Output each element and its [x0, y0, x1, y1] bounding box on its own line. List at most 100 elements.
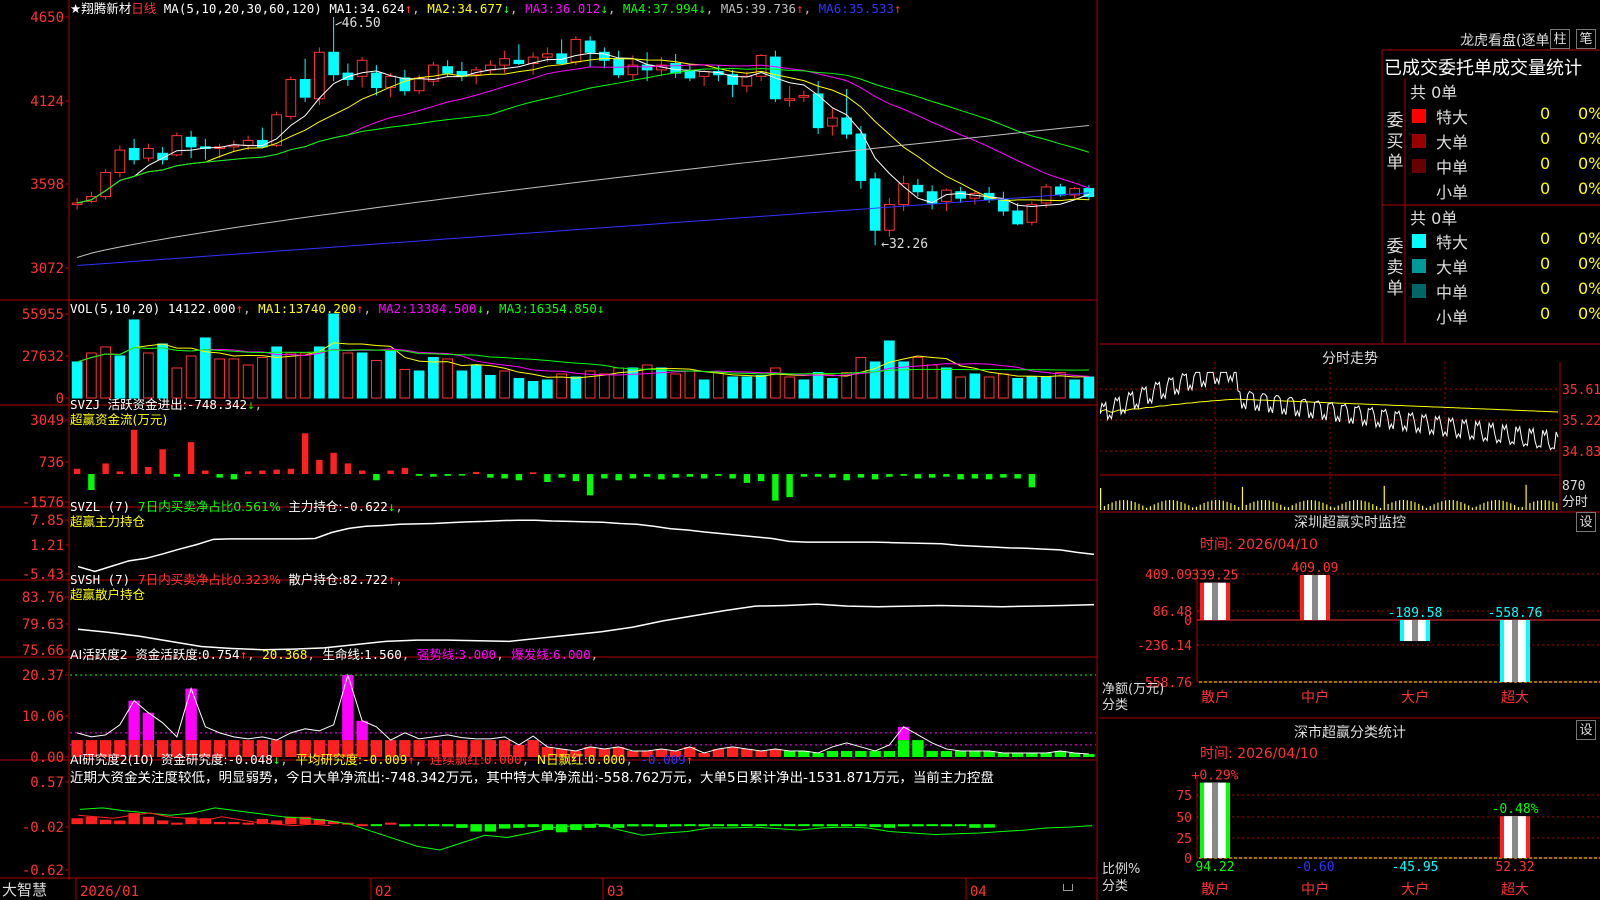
candle[interactable]: [71, 198, 83, 210]
vol-legend: VOL(5,10,20) 14122.000↑, MA1:13740.200↑,…: [70, 301, 605, 316]
activity-bar: [826, 750, 839, 757]
fund-flow-bar: [173, 474, 181, 477]
candle[interactable]: [342, 63, 354, 86]
candle[interactable]: [884, 198, 895, 237]
candle[interactable]: [228, 140, 240, 152]
intraday-vol-bar: [1410, 501, 1412, 510]
candle[interactable]: [755, 53, 767, 82]
volume-bar: [442, 358, 453, 399]
activity-bar: [855, 750, 867, 757]
candle[interactable]: [812, 81, 824, 135]
period-label[interactable]: 日线: [131, 1, 156, 16]
candle[interactable]: [613, 50, 624, 78]
candle[interactable]: [428, 61, 439, 86]
volume-bar: [1040, 376, 1052, 399]
vol-item-2: MA2:13384.500↓: [379, 301, 484, 316]
buy-row-label: 中单: [1436, 158, 1469, 177]
fund-flow-bar: [487, 474, 494, 478]
candle[interactable]: [941, 188, 952, 211]
candle[interactable]: [114, 145, 126, 178]
intraday-vol-bar: [1172, 500, 1175, 510]
candle[interactable]: [698, 69, 710, 86]
sz-monitor-settings-button[interactable]: 设: [1576, 512, 1596, 532]
intraday-vol-bar: [1226, 501, 1228, 510]
ma-item-6: MA6:35.533↑: [819, 1, 902, 16]
vol-item-label: MA3:: [499, 301, 530, 316]
research-bar: [755, 824, 767, 827]
svsh-pct: 7日内买卖净占比0.323%: [137, 572, 281, 587]
candle[interactable]: [100, 169, 111, 200]
candle[interactable]: [485, 60, 496, 75]
candle[interactable]: [798, 90, 810, 102]
candle[interactable]: [314, 47, 325, 106]
candle[interactable]: [584, 36, 596, 67]
candle[interactable]: [727, 69, 738, 98]
stock-name[interactable]: ★翔腾新材: [70, 1, 131, 16]
ai2-v5: -0.009: [640, 752, 686, 767]
activity-bar: [926, 750, 938, 757]
candle[interactable]: [998, 191, 1009, 216]
candle[interactable]: [214, 143, 225, 159]
intraday-vol-bar: [1494, 500, 1497, 510]
candle[interactable]: [456, 61, 468, 82]
candle[interactable]: [684, 63, 696, 82]
volume-bar: [584, 370, 596, 399]
research-bar: [641, 824, 653, 827]
research-bar: [555, 824, 568, 833]
intraday-vol-bar: [1103, 505, 1106, 510]
ai1-axis-label: 20.37: [22, 668, 64, 684]
research-bar: [441, 824, 454, 827]
candle[interactable]: [371, 65, 382, 96]
buy-color-swatch: [1412, 159, 1426, 173]
candle[interactable]: [784, 85, 795, 107]
volume-bar: [698, 379, 710, 399]
activity-bar: [698, 752, 710, 757]
volume-bar: [1012, 377, 1023, 399]
candle[interactable]: [1026, 201, 1038, 226]
ma-legend: ★翔腾新材日线 MA(5,10,20,30,60,120) MA1:34.624…: [70, 1, 902, 16]
candle[interactable]: [143, 143, 154, 162]
intraday-vol-bar: [1533, 501, 1535, 510]
candle[interactable]: [185, 130, 197, 159]
research-bar: [242, 822, 254, 825]
candle[interactable]: [1069, 186, 1080, 199]
candle[interactable]: [513, 44, 525, 66]
intraday-vol-bar: [1249, 503, 1251, 510]
candle[interactable]: [328, 17, 339, 82]
intraday-vol-bar: [1268, 500, 1270, 510]
ma-item-arrow: ↓: [502, 1, 510, 16]
activity-bar: [840, 750, 853, 757]
intraday-price-label: 34.83: [1562, 445, 1600, 460]
candle[interactable]: [570, 36, 582, 66]
candle[interactable]: [1083, 185, 1095, 200]
column-view-button[interactable]: 柱: [1550, 29, 1570, 49]
sell-row-count: 0: [1540, 279, 1551, 298]
ma-item-arrow: ↓: [600, 1, 608, 16]
ma-item-value: 36.012: [555, 1, 601, 16]
intraday-vol-bar: [1138, 503, 1140, 510]
intraday-price-line: [1100, 371, 1559, 451]
candle[interactable]: [200, 138, 211, 160]
candle[interactable]: [157, 146, 168, 165]
candle[interactable]: [955, 186, 966, 203]
candle[interactable]: [827, 108, 838, 136]
intraday-vol-bar: [1337, 505, 1339, 510]
candle[interactable]: [1012, 202, 1023, 226]
candle[interactable]: [128, 138, 140, 165]
volume-bar: [314, 346, 325, 399]
fund-flow-bar: [401, 467, 409, 475]
candle[interactable]: [912, 178, 924, 197]
candle[interactable]: [855, 126, 867, 189]
fund-flow-bar: [772, 474, 779, 501]
sz-class-settings-button[interactable]: 设: [1576, 720, 1596, 740]
candle[interactable]: [299, 58, 311, 102]
candle[interactable]: [926, 185, 938, 210]
research-bar: [142, 816, 155, 825]
intraday-vol-bar: [1207, 501, 1209, 510]
tick-view-button[interactable]: 笔: [1576, 29, 1596, 49]
intraday-vol-bar: [1245, 504, 1247, 510]
candle[interactable]: [285, 76, 297, 120]
volume-bar: [827, 377, 838, 399]
candle[interactable]: [741, 71, 753, 93]
candle[interactable]: [499, 50, 510, 74]
